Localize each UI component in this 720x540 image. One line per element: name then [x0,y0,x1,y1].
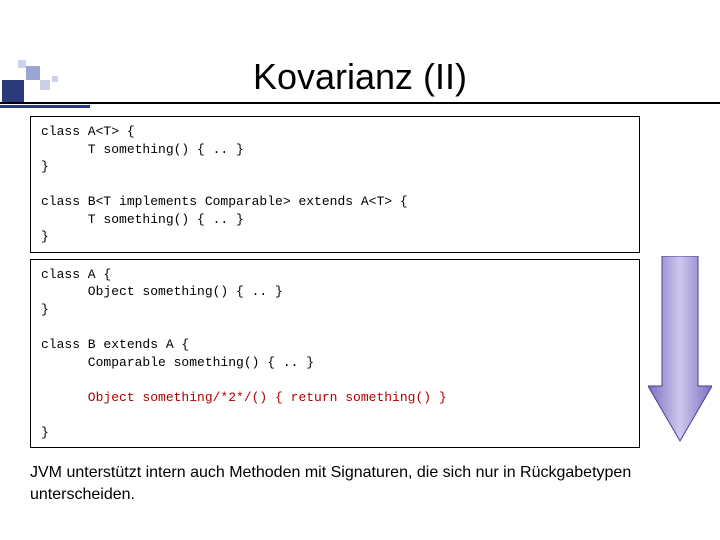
code-line: } [41,159,49,174]
code-line: T something() { .. } [41,212,244,227]
code-line: } [41,425,49,440]
down-arrow-icon [648,256,712,456]
code-line: Object something() { .. } [41,284,283,299]
code-line: Comparable something() { .. } [41,355,314,370]
code-line: class A<T> { [41,124,135,139]
code-line-bridge: Object something/*2*/() { return somethi… [41,390,447,405]
code-line: class B<T implements Comparable> extends… [41,194,408,209]
code-line: } [41,302,49,317]
code-line: class B extends A { [41,337,189,352]
slide-caption: JVM unterstützt intern auch Methoden mit… [30,462,680,505]
code-line: T something() { .. } [41,142,244,157]
code-line: } [41,229,49,244]
slide-title: Kovarianz (II) [0,56,720,98]
code-line: class A { [41,267,111,282]
code-box-erased: class A { Object something() { .. } } cl… [30,259,640,448]
code-box-generic: class A<T> { T something() { .. } } clas… [30,116,640,253]
